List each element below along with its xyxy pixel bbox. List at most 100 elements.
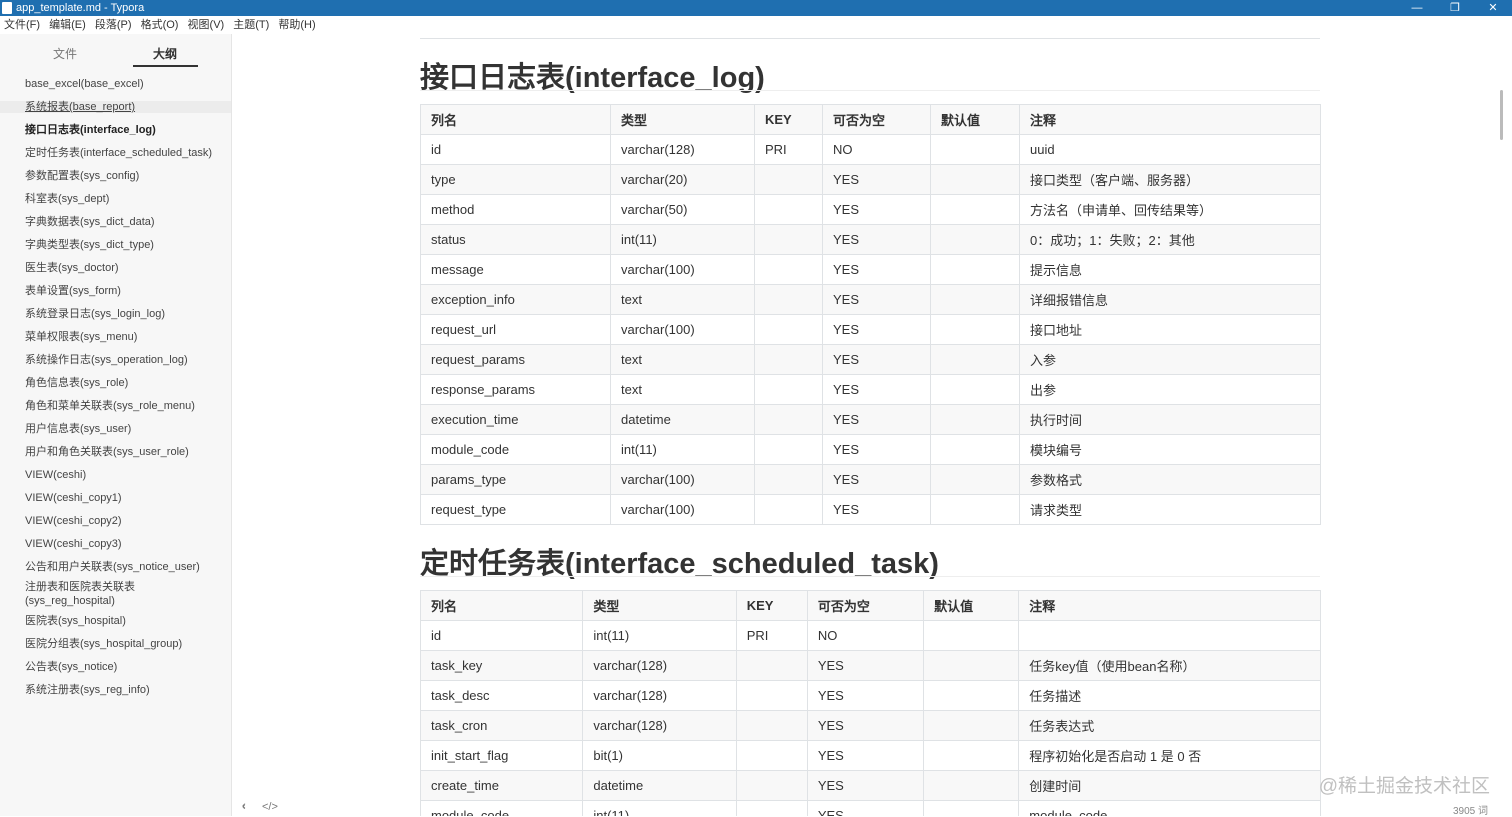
menu-file[interactable]: 文件(F) (1, 16, 43, 34)
column-header[interactable]: KEY (735, 590, 808, 621)
minimize-button[interactable]: — (1398, 0, 1436, 16)
outline-item[interactable]: 医生表(sys_doctor) (0, 262, 231, 274)
outline-item[interactable]: 表单设置(sys_form) (0, 285, 231, 297)
table-cell[interactable]: task_key (419, 650, 584, 681)
table-cell[interactable] (735, 680, 808, 711)
table-cell[interactable] (754, 494, 823, 525)
table-cell[interactable]: init_start_flag (419, 740, 584, 771)
outline-item[interactable]: (sys_reg_hospital) (0, 595, 231, 607)
table-cell[interactable]: YES (806, 680, 925, 711)
table-cell[interactable]: YES (822, 254, 931, 285)
table-cell[interactable]: 接口地址 (1019, 314, 1321, 345)
table-cell[interactable]: module_code (420, 434, 611, 465)
table-cell[interactable]: id (419, 620, 584, 651)
outline-item[interactable]: 系统注册表(sys_reg_info) (0, 684, 231, 696)
table-cell[interactable] (923, 740, 1020, 771)
table-cell[interactable] (735, 740, 808, 771)
table-cell[interactable] (754, 434, 823, 465)
table-cell[interactable]: params_type (420, 464, 611, 495)
outline-item[interactable]: 用户信息表(sys_user) (0, 423, 231, 435)
table-cell[interactable]: 0：成功；1：失败；2：其他 (1019, 224, 1321, 255)
table-cell[interactable]: 请求类型 (1019, 494, 1321, 525)
menu-help[interactable]: 帮助(H) (275, 16, 318, 34)
table-cell[interactable] (930, 404, 1020, 435)
outline-item[interactable]: VIEW(ceshi) (0, 469, 231, 481)
table-cell[interactable]: int(11) (582, 800, 737, 816)
table-cell[interactable]: YES (822, 224, 931, 255)
table-cell[interactable]: 方法名（申请单、回传结果等） (1019, 194, 1321, 225)
table-cell[interactable]: YES (822, 404, 931, 435)
outline-item[interactable]: 公告表(sys_notice) (0, 661, 231, 673)
table-cell[interactable] (930, 374, 1020, 405)
table-cell[interactable]: 详细报错信息 (1019, 284, 1321, 315)
table-cell[interactable]: 模块编号 (1019, 434, 1321, 465)
table-cell[interactable]: YES (822, 194, 931, 225)
table-cell[interactable] (930, 464, 1020, 495)
table-cell[interactable]: YES (822, 464, 931, 495)
table-cell[interactable]: 入参 (1019, 344, 1321, 375)
outline-item[interactable]: 注册表和医院表关联表 (0, 581, 231, 593)
table-cell[interactable]: message (420, 254, 611, 285)
table-cell[interactable] (930, 254, 1020, 285)
table-cell[interactable]: NO (822, 134, 931, 165)
table-cell[interactable]: 参数格式 (1019, 464, 1321, 495)
table-cell[interactable]: type (420, 164, 611, 195)
table-cell[interactable]: YES (822, 494, 931, 525)
table-cell[interactable] (930, 134, 1020, 165)
table-cell[interactable] (754, 344, 823, 375)
table-cell[interactable] (923, 770, 1020, 801)
outline-item[interactable]: 参数配置表(sys_config) (0, 170, 231, 182)
table-cell[interactable]: 提示信息 (1019, 254, 1321, 285)
table-cell[interactable]: varchar(128) (610, 134, 755, 165)
menu-format[interactable]: 格式(O) (138, 16, 182, 34)
table-cell[interactable]: task_cron (419, 710, 584, 741)
outline-item[interactable]: base_excel(base_excel) (0, 78, 231, 90)
column-header[interactable]: 列名 (420, 104, 611, 135)
table-cell[interactable]: bit(1) (582, 740, 737, 771)
table-cell[interactable]: response_params (420, 374, 611, 405)
table-cell[interactable]: 接口类型（客户端、服务器） (1019, 164, 1321, 195)
column-header[interactable]: 可否为空 (822, 104, 931, 135)
outline-item[interactable]: 科室表(sys_dept) (0, 193, 231, 205)
table-cell[interactable]: 程序初始化是否启动 1 是 0 否 (1018, 740, 1321, 771)
table-cell[interactable]: 执行时间 (1019, 404, 1321, 435)
outline-item[interactable]: 用户和角色关联表(sys_user_role) (0, 446, 231, 458)
table-cell[interactable] (735, 770, 808, 801)
table-cell[interactable]: 任务key值（使用bean名称） (1018, 650, 1321, 681)
table-cell[interactable] (930, 494, 1020, 525)
table-cell[interactable] (754, 464, 823, 495)
table-cell[interactable]: request_params (420, 344, 611, 375)
outline-item[interactable]: 角色信息表(sys_role) (0, 377, 231, 389)
editor-content[interactable]: 接口日志表(interface_log) 列名 类型 KEY 可否为空 默认值 注释 id v… (232, 34, 1496, 816)
table-cell[interactable] (930, 314, 1020, 345)
table-cell[interactable] (930, 164, 1020, 195)
column-header[interactable]: 注释 (1019, 104, 1321, 135)
table-cell[interactable]: id (420, 134, 611, 165)
table-cell[interactable]: varchar(100) (610, 464, 755, 495)
table-cell[interactable] (754, 164, 823, 195)
outline-item[interactable]: 接口日志表(interface_log) (0, 124, 231, 136)
table-cell[interactable]: int(11) (610, 224, 755, 255)
tab-outline[interactable]: 大纲 (153, 45, 177, 62)
outline-item[interactable]: 字典类型表(sys_dict_type) (0, 239, 231, 251)
outline-item[interactable]: VIEW(ceshi_copy2) (0, 515, 231, 527)
column-header[interactable]: KEY (754, 104, 823, 135)
column-header[interactable]: 列名 (419, 590, 584, 621)
table-cell[interactable]: YES (822, 284, 931, 315)
table-cell[interactable]: varchar(50) (610, 194, 755, 225)
table-cell[interactable] (930, 344, 1020, 375)
table-cell[interactable] (930, 224, 1020, 255)
table-cell[interactable]: PRI (735, 620, 808, 651)
scroll-thumb[interactable] (1500, 90, 1503, 140)
table-cell[interactable] (754, 224, 823, 255)
table-cell[interactable]: varchar(100) (610, 314, 755, 345)
tab-files[interactable]: 文件 (53, 45, 77, 62)
table-cell[interactable] (735, 800, 808, 816)
outline-item[interactable]: 字典数据表(sys_dict_data) (0, 216, 231, 228)
table-cell[interactable] (1018, 620, 1321, 651)
table-cell[interactable]: varchar(100) (610, 254, 755, 285)
close-button[interactable]: ✕ (1474, 0, 1512, 16)
table-cell[interactable]: varchar(128) (582, 680, 737, 711)
table-cell[interactable] (754, 284, 823, 315)
table-cell[interactable]: datetime (582, 770, 737, 801)
